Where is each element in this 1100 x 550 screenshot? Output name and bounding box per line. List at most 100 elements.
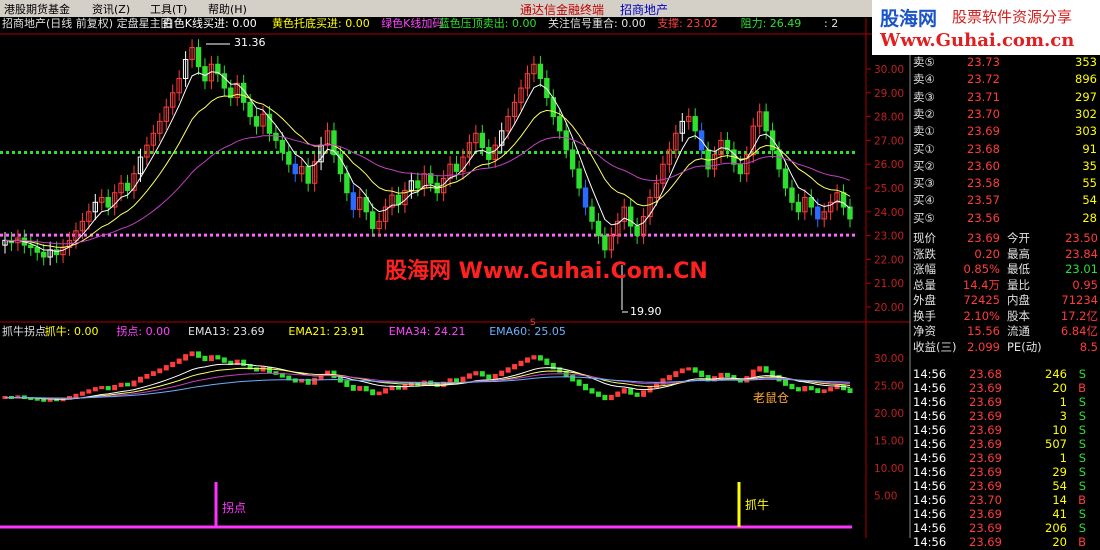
sub-block	[99, 386, 105, 390]
tick-row: 14:56 23.69 20 B	[911, 381, 1100, 396]
candle-body	[537, 63, 544, 80]
candle-body	[763, 111, 769, 132]
low-label: 19.90	[630, 305, 662, 318]
tick-time: 14:56	[913, 423, 947, 437]
stat-label: 净资	[913, 324, 936, 338]
sub-block	[531, 355, 537, 360]
candle-body	[582, 187, 589, 208]
indicator-0: 招商地产(日线 前复权) 定盘星主图	[2, 16, 172, 30]
sub-block	[621, 388, 627, 394]
order-book-row: 买⑤ 23.56 28	[911, 211, 1100, 226]
sub-block	[383, 388, 389, 394]
stat-row: 涨跌 0.20 最高 23.84	[911, 247, 1100, 262]
axis-label: 28.00	[874, 112, 904, 124]
tick-volume: 246	[1045, 367, 1067, 381]
order-volume: 28	[1082, 210, 1097, 225]
candle-body	[369, 211, 376, 229]
sub-block	[666, 375, 672, 381]
stat-label-2: 股本	[1007, 308, 1030, 323]
sub-block	[105, 386, 111, 391]
sub-block	[208, 355, 214, 362]
order-side-label: 买①	[913, 141, 935, 156]
axis-label: 26.00	[874, 159, 904, 171]
axis-label: 30.00	[874, 64, 904, 76]
tick-side: S	[1078, 507, 1086, 521]
indicator-2: 黄色托底买进: 0.00	[272, 16, 370, 30]
stat-row: 现价 23.69 今开 23.50	[911, 231, 1100, 246]
sub-block	[602, 394, 608, 401]
sub-block	[583, 383, 589, 391]
stat-label: 现价	[913, 231, 936, 245]
candle-body	[28, 244, 34, 248]
stat-label: 外盘	[913, 293, 936, 307]
tick-price: 23.69	[969, 507, 1002, 521]
order-price: 23.73	[967, 55, 1000, 69]
sub-indicator-0: 抓牛拐点	[2, 324, 46, 338]
tick-side: S	[1078, 409, 1086, 423]
stat-row: 净资 15.56 流通 6.84亿	[911, 324, 1100, 339]
sub-block	[692, 367, 698, 373]
watermark-text: 股海网 Www.Guhai.Com.CN	[385, 258, 708, 284]
sub-block	[782, 379, 788, 386]
sub-block	[79, 391, 85, 396]
order-book-row: 卖⑤ 23.73 353	[911, 55, 1100, 70]
laoshucang-label: 老鼠仓	[753, 391, 789, 405]
order-price: 23.70	[967, 106, 1000, 121]
sub-block	[176, 358, 182, 364]
order-book-row: 卖③ 23.71 297	[911, 90, 1100, 105]
tick-price: 23.69	[969, 423, 1002, 437]
sub-block	[254, 367, 260, 372]
stat-value: 15.56	[967, 324, 1000, 338]
candle-body	[34, 247, 40, 253]
candle-body	[634, 225, 640, 237]
candle-body	[815, 206, 821, 220]
tick-volume: 507	[1045, 437, 1067, 451]
sub-block	[370, 389, 376, 396]
sub-block	[363, 386, 369, 392]
sub-block	[724, 372, 730, 378]
order-price: 23.58	[967, 176, 1000, 191]
stat-value-2: 23.01	[1065, 262, 1098, 276]
order-volume: 302	[1075, 106, 1097, 121]
order-volume: 297	[1075, 89, 1097, 104]
tick-row: 14:56 23.69 54 S	[911, 479, 1100, 494]
tick-price: 23.69	[969, 479, 1002, 493]
candle-body	[602, 235, 608, 251]
tick-row: 14:56 23.69 29 S	[911, 465, 1100, 480]
stat-value-2: 23.84	[1065, 246, 1098, 261]
tick-side: S	[1078, 437, 1086, 451]
order-side-label: 买④	[913, 193, 935, 208]
order-price: 23.71	[967, 89, 1000, 104]
tick-volume: 14	[1052, 493, 1067, 507]
indicator-6: 支撑: 23.02	[657, 16, 718, 30]
tick-time: 14:56	[913, 465, 947, 479]
candle-body	[737, 163, 744, 175]
axis-label: 24.00	[874, 207, 904, 219]
candle-body	[105, 197, 111, 208]
candle-body	[563, 130, 569, 151]
candle-body	[279, 139, 286, 153]
order-volume: 896	[1075, 72, 1097, 87]
axis-label: 29.00	[874, 88, 904, 100]
stat-value-2: 23.50	[1065, 231, 1098, 245]
candle-body	[453, 163, 460, 172]
tick-time: 14:56	[913, 521, 947, 535]
tick-time: 14:56	[913, 507, 947, 521]
order-price: 23.57	[967, 193, 1000, 208]
candle-body	[253, 116, 260, 127]
sub-block	[221, 357, 227, 363]
stat-value-2: 6.84亿	[1060, 324, 1098, 338]
stat-value-2: 0.95	[1072, 277, 1098, 292]
tick-price: 23.69	[969, 395, 1002, 409]
sub-block	[841, 384, 847, 391]
tick-side: S	[1078, 367, 1086, 381]
tick-volume: 1	[1059, 451, 1067, 465]
stat-value-2: 8.5	[1079, 339, 1098, 354]
sub-block	[215, 355, 221, 360]
indicator-3: 绿色K线加码	[381, 16, 443, 30]
order-side-label: 买⑤	[913, 210, 935, 225]
tick-time: 14:56	[913, 479, 947, 493]
tick-row: 14:56 23.68 246 S	[911, 367, 1100, 382]
tick-side: B	[1078, 381, 1086, 395]
tick-side: S	[1078, 479, 1086, 493]
